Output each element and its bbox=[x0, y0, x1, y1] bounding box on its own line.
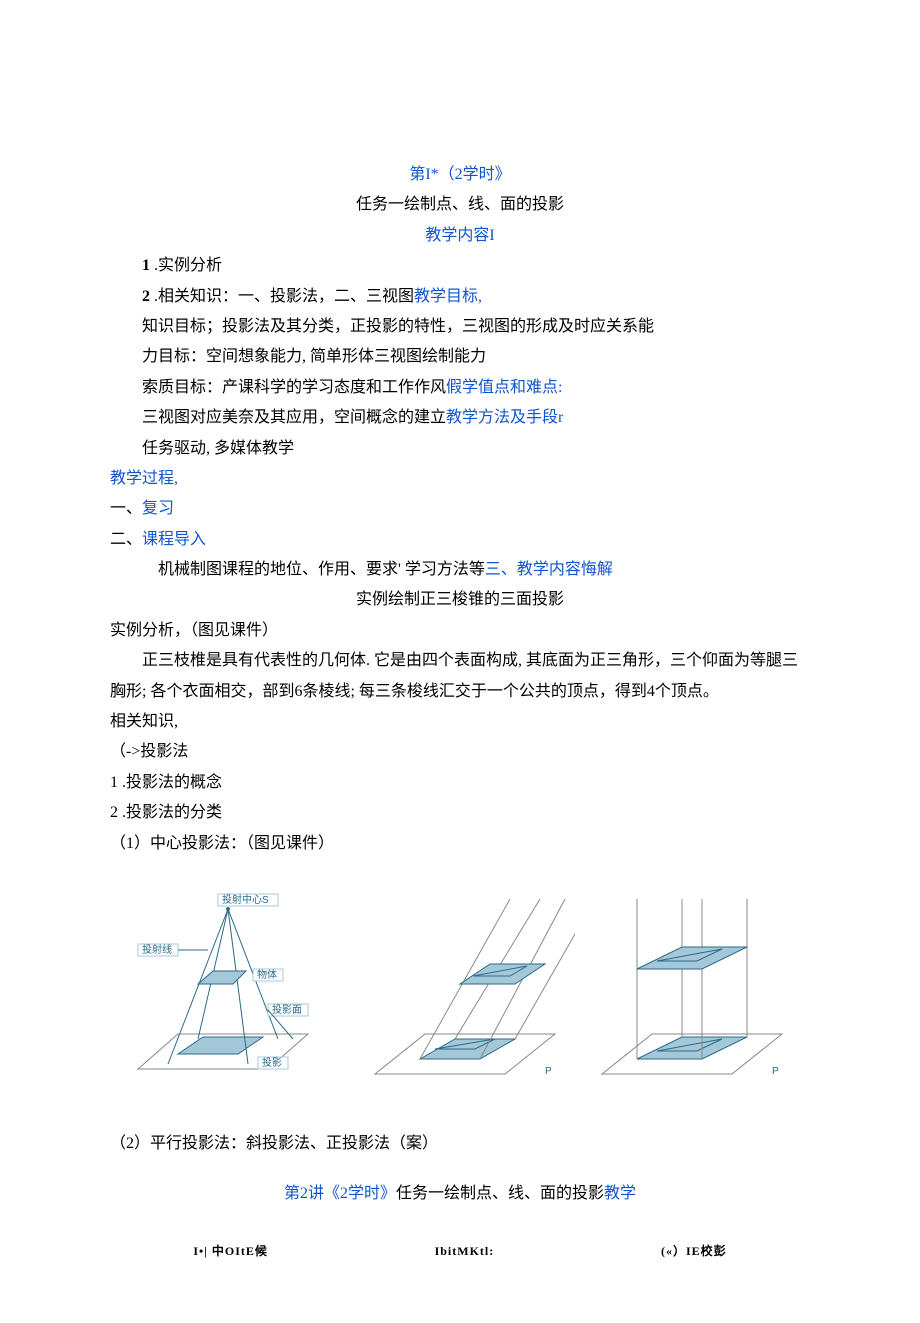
review-label: 复习 bbox=[142, 500, 174, 517]
label-center: 投射中心S bbox=[222, 893, 269, 906]
oblique-projection-icon: P bbox=[365, 889, 575, 1089]
label-object: 物体 bbox=[257, 968, 277, 981]
caption-3: («）IE校彭 bbox=[661, 1240, 727, 1263]
list-item: 1 .实例分析 bbox=[110, 251, 810, 281]
pm-parallel-method: （2）平行投影法：斜投影法、正投影法（案） bbox=[110, 1129, 810, 1159]
review-num: 一、 bbox=[110, 500, 142, 517]
svg-text:P: P bbox=[772, 1066, 779, 1077]
difficulty-label: 假学值点和难点: bbox=[446, 379, 562, 396]
lecture-header: 第I*（2学时》 bbox=[110, 160, 810, 190]
lecture2-header: 第2讲《2学时》 bbox=[284, 1185, 396, 1202]
task-driven: 任务驱动, 多媒体教学 bbox=[110, 434, 810, 464]
quality-text: 索质目标：产课科学的学习态度和工作作风 bbox=[142, 379, 446, 396]
svg-text:P: P bbox=[545, 1066, 552, 1077]
label-plane: 投影面 bbox=[272, 1003, 302, 1016]
lecture2-task: 任务一绘制点、线、面的投影 bbox=[396, 1185, 604, 1202]
three-view-text: 三视图对应美奈及其应用，空间概念的建立 bbox=[142, 409, 446, 426]
example-analysis: 实例分析，（图见课件） bbox=[110, 616, 810, 646]
pm-concept: 1 .投影法的概念 bbox=[110, 768, 810, 798]
related-knowledge: 相关知识, bbox=[110, 707, 810, 737]
knowledge-target: 知识目标；投影法及其分类，正投影的特性，三视图的形成及时应关系能 bbox=[110, 312, 810, 342]
projection-method-heading: （->投影法 bbox=[110, 737, 810, 767]
lecture2-teach: 教学 bbox=[604, 1185, 636, 1202]
intro-heading: 二、课程导入 bbox=[110, 525, 810, 555]
pm-classify: 2 .投影法的分类 bbox=[110, 798, 810, 828]
bottom-captions: I•| 中OItE候 IbitMKtl: («）IE校彭 bbox=[110, 1240, 810, 1263]
central-projection-icon: 投射中心S 投射线 物体 投影面 投影 bbox=[118, 889, 348, 1089]
label-shadow: 投影 bbox=[262, 1056, 282, 1069]
example-title: 实例绘制正三梭锥的三面投影 bbox=[110, 585, 810, 615]
lecture2-line: 第2讲《2学时》任务一绘制点、线、面的投影教学 bbox=[110, 1179, 810, 1209]
item-text: .相关知识：一、投影法，二、三视图 bbox=[150, 288, 414, 305]
section-content-label: 教学内容I bbox=[110, 221, 810, 251]
intro-text: 机械制图课程的地位、作用、要求' 学习方法等 bbox=[158, 561, 485, 578]
paragraph: 正三枝椎是具有代表性的几何体. 它是由四个表面构成, 其底面为正三角形，三个仰面… bbox=[110, 646, 810, 707]
teaching-goal-label: 教学目标, bbox=[414, 288, 482, 305]
intro-content: 机械制图课程的地位、作用、要求' 学习方法等三、教学内容悔解 bbox=[110, 555, 810, 585]
label-ray: 投射线 bbox=[142, 943, 172, 956]
intro-label: 课程导入 bbox=[142, 531, 206, 548]
caption-1: I•| 中OItE候 bbox=[193, 1240, 268, 1263]
item-number: 1 bbox=[142, 257, 150, 274]
teaching-process-label: 教学过程, bbox=[110, 464, 810, 494]
pm-center-method: （1）中心投影法：（图见课件） bbox=[110, 829, 810, 859]
caption-2: IbitMKtl: bbox=[435, 1240, 495, 1263]
task-title: 任务一绘制点、线、面的投影 bbox=[110, 190, 810, 220]
item-text: .实例分析 bbox=[150, 257, 222, 274]
content-explain-label: 三、教学内容悔解 bbox=[485, 561, 613, 578]
method-label: 教学方法及手段r bbox=[446, 409, 563, 426]
list-item: 2 .相关知识：一、投影法，二、三视图教学目标, bbox=[110, 282, 810, 312]
quality-target: 索质目标：产课科学的学习态度和工作作风假学值点和难点: bbox=[110, 373, 810, 403]
three-view-line: 三视图对应美奈及其应用，空间概念的建立教学方法及手段r bbox=[110, 403, 810, 433]
projection-diagrams: 投射中心S 投射线 物体 投影面 投影 P bbox=[110, 889, 810, 1089]
intro-num: 二、 bbox=[110, 531, 142, 548]
review-heading: 一、复习 bbox=[110, 494, 810, 524]
orthographic-projection-icon: P bbox=[592, 889, 802, 1089]
ability-target: 力目标：空间想象能力, 简单形体三视图绘制能力 bbox=[110, 342, 810, 372]
item-number: 2 bbox=[142, 288, 150, 305]
